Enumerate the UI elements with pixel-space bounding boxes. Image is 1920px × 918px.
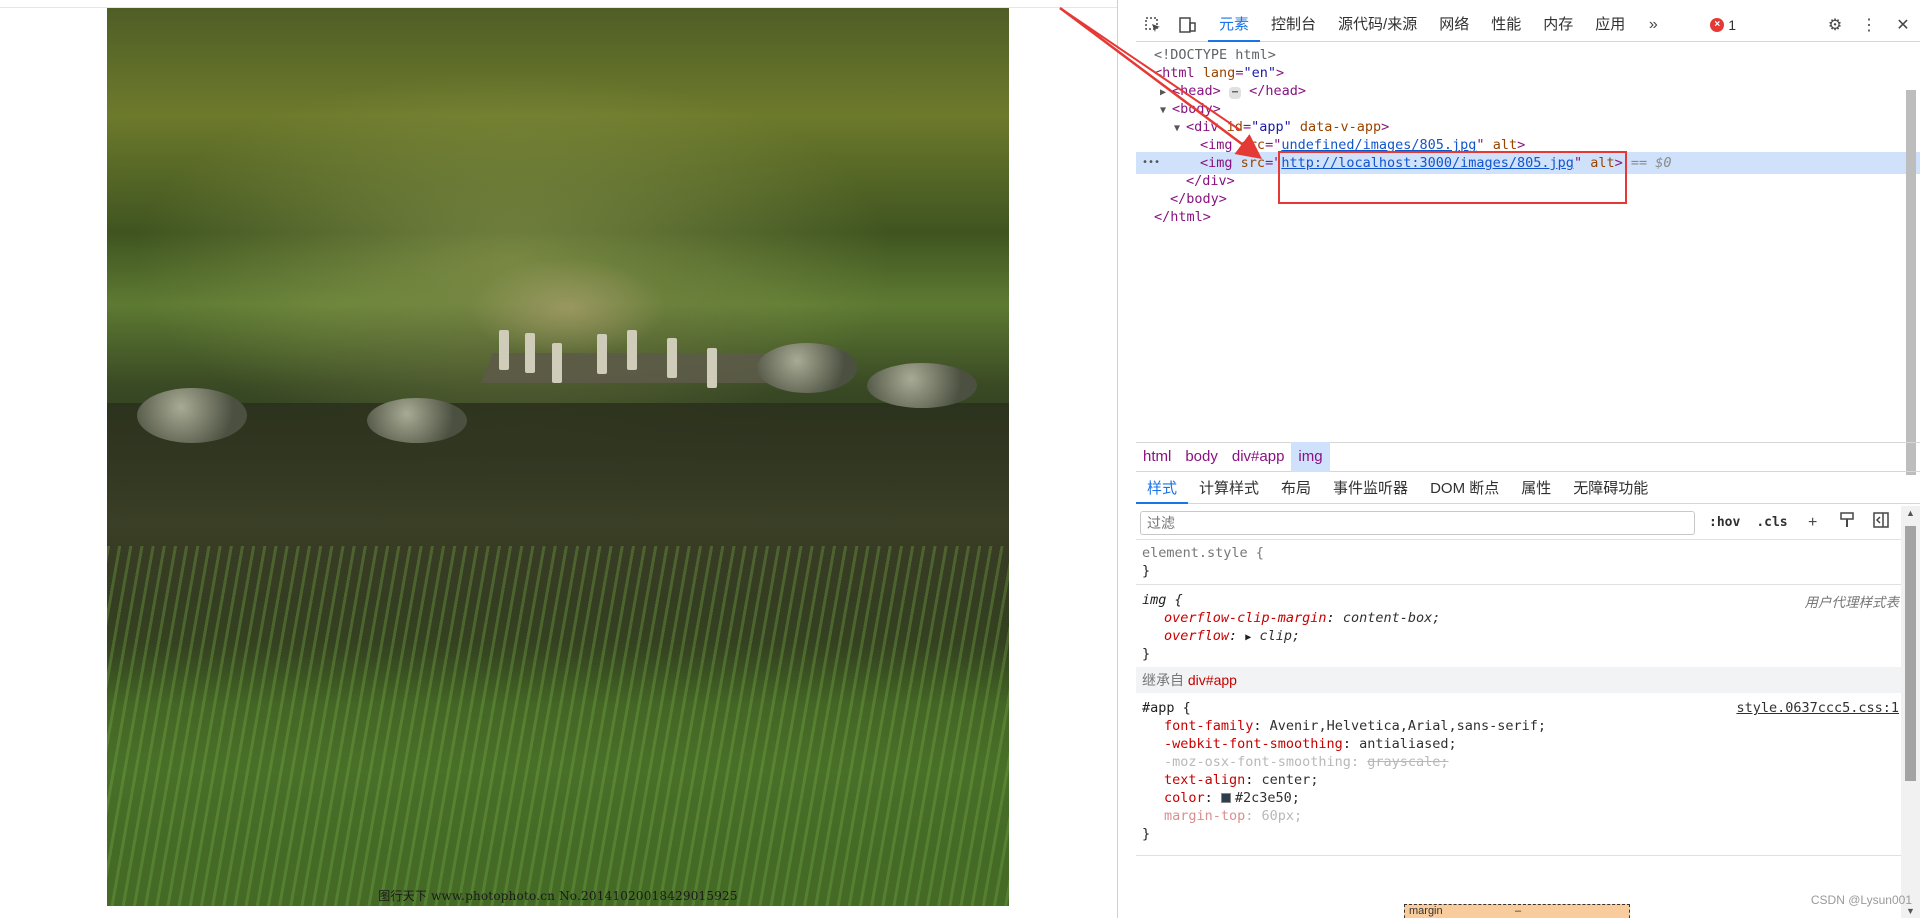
styles-scrollbar[interactable]: ▲ ▼ [1901,506,1920,918]
image-rock [367,398,467,443]
styles-pane: element.style { } img { 用户代理样式表 overflow… [1136,541,1901,918]
device-toolbar-icon[interactable] [1170,8,1204,42]
tab-sources[interactable]: 源代码/来源 [1327,8,1428,42]
rule-divider [1136,584,1901,585]
error-count: 1 [1728,16,1737,33]
image-post [597,334,607,374]
dom-tree: <!DOCTYPE html> <html lang="en"> ▶ <head>… [1136,44,1920,440]
image-post [627,330,637,370]
style-prop-webkit-font-smoothing[interactable]: -webkit-font-smoothing: antialiased; [1164,735,1457,753]
stylesheet-source-link[interactable]: style.0637ccc5.css:1 [1736,699,1899,717]
breadcrumb-div-app[interactable]: div#app [1225,442,1292,472]
subtab-dom-breakpoints[interactable]: DOM 断点 [1419,474,1510,504]
dom-panel-scrollbar[interactable] [1906,90,1916,475]
ellipsis-icon[interactable]: ⋯ [1228,87,1241,99]
cls-button[interactable]: .cls [1748,515,1795,530]
box-model-margin[interactable]: margin – [1404,904,1630,918]
gear-icon[interactable]: ⚙ [1818,8,1852,42]
style-prop-overflow[interactable]: overflow: ▶ clip; [1164,627,1300,645]
rule-close-brace: } [1142,563,1151,579]
style-prop-color[interactable]: color: #2c3e50; [1164,789,1300,807]
chevron-double-right-icon[interactable]: » [1636,8,1670,42]
scroll-down-icon[interactable]: ▼ [1906,906,1915,916]
subtab-styles[interactable]: 样式 [1136,474,1189,504]
color-swatch[interactable] [1220,793,1231,803]
image-post [499,330,509,370]
image-watermark: 图行天下 www.photophoto.cn No.20141020018429… [378,889,738,903]
image-post [552,343,562,383]
image-rock [137,388,247,443]
subtab-properties[interactable]: 属性 [1510,474,1562,504]
image-path [467,258,667,358]
landscape-image: 图行天下 www.photophoto.cn No.20141020018429… [107,8,1009,906]
dom-html-close[interactable]: </html> [1154,206,1211,228]
error-badge[interactable]: × 1 [1710,17,1736,33]
image-post [667,338,677,378]
box-model-value: – [1515,905,1522,917]
tab-network[interactable]: 网络 [1428,8,1480,42]
image-rock [867,363,977,408]
breadcrumb: html body div#app img [1136,442,1920,472]
tab-console[interactable]: 控制台 [1260,8,1327,42]
style-prop-text-align[interactable]: text-align: center; [1164,771,1318,789]
devtools-toolbar: 元素 控制台 源代码/来源 网络 性能 内存 应用 » × 1 ⚙ ⋮ ✕ [1136,8,1920,42]
image-rock [757,343,857,393]
image-post [707,348,717,388]
close-icon[interactable]: ✕ [1886,8,1920,42]
more-vertical-icon[interactable]: ⋮ [1852,8,1886,42]
error-icon: × [1710,17,1725,32]
styles-filter-bar: :hov .cls + [1136,506,1901,540]
inherited-target-link[interactable]: div#app [1188,672,1237,688]
hov-button[interactable]: :hov [1701,515,1748,530]
rule-selector-element-style[interactable]: element.style { [1142,544,1264,562]
tab-application[interactable]: 应用 [1584,8,1636,42]
subtab-accessibility[interactable]: 无障碍功能 [1562,474,1659,504]
expand-triangle-icon[interactable]: ▶ [1245,632,1251,643]
collapse-triangle-icon[interactable]: ▼ [1174,118,1186,140]
paint-brush-icon[interactable] [1830,512,1864,533]
inherited-from-header: 继承自 div#app [1136,667,1901,693]
breadcrumb-html[interactable]: html [1136,442,1178,472]
subtab-layout[interactable]: 布局 [1270,474,1322,504]
tab-elements[interactable]: 元素 [1208,8,1261,42]
breadcrumb-img[interactable]: img [1291,442,1330,472]
tab-performance[interactable]: 性能 [1480,8,1532,42]
user-agent-stylesheet-label: 用户代理样式表 [1804,595,1900,610]
inspect-element-icon[interactable] [1136,8,1170,42]
annotation-box [1278,151,1627,204]
filter-input[interactable] [1140,510,1695,535]
rule-close-brace: } [1142,646,1151,662]
style-prop-margin-top[interactable]: margin-top: 60px; [1164,807,1302,825]
styles-subtabs: 样式 计算样式 布局 事件监听器 DOM 断点 属性 无障碍功能 [1136,474,1920,504]
collapse-triangle-icon[interactable]: ▼ [1160,100,1172,122]
style-prop-font-family[interactable]: font-family: Avenir,Helvetica,Arial,sans… [1164,717,1546,735]
scroll-up-icon[interactable]: ▲ [1906,508,1915,518]
subtab-event-listeners[interactable]: 事件监听器 [1322,474,1419,504]
rule-close-brace: } [1142,826,1151,842]
rule-selector-img[interactable]: img { [1142,591,1183,609]
rendered-page: 图行天下 www.photophoto.cn No.20141020018429… [0,0,1117,918]
box-model-label: margin [1409,905,1443,917]
image-post [525,333,535,373]
style-prop-moz-osx-font-smoothing[interactable]: -moz-osx-font-smoothing: grayscale; [1164,753,1448,771]
selected-marker: == $0 [1630,155,1672,171]
rule-divider [1136,855,1901,856]
new-rule-icon[interactable]: + [1796,514,1830,532]
csdn-credit: CSDN @Lysun001 [1810,893,1912,907]
rule-selector-app[interactable]: #app { [1142,699,1191,717]
scrollbar-thumb[interactable] [1905,526,1916,781]
subtab-computed[interactable]: 计算样式 [1188,474,1270,504]
image-grass [107,546,1009,906]
toggle-sidebar-icon[interactable] [1864,512,1898,533]
tab-memory[interactable]: 内存 [1532,8,1584,42]
breadcrumb-body[interactable]: body [1178,442,1225,472]
gutter-dots-icon[interactable]: ••• [1142,152,1160,174]
style-prop-overflow-clip-margin[interactable]: overflow-clip-margin: content-box; [1164,609,1440,627]
